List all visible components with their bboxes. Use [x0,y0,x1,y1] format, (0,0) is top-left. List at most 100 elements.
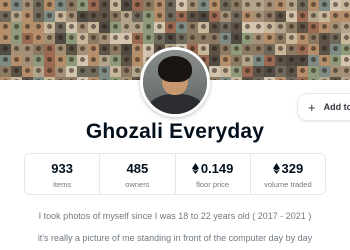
banner-photo-tile [319,22,330,33]
banner-photo-tile [253,11,264,22]
banner-photo-tile [33,11,44,22]
banner-photo-tile [308,0,319,11]
banner-photo-tile [88,11,99,22]
banner-photo-tile [231,55,242,66]
banner-photo-tile [22,77,33,80]
banner-photo-tile [341,33,350,44]
banner-photo-tile [297,66,308,77]
banner-photo-tile [132,0,143,11]
banner-photo-tile [33,22,44,33]
collection-avatar[interactable] [140,47,210,117]
banner-photo-tile [88,66,99,77]
banner-photo-tile [330,77,341,80]
banner-photo-tile [297,44,308,55]
banner-photo-tile [44,44,55,55]
banner-photo-tile [88,55,99,66]
banner-photo-tile [165,33,176,44]
banner-photo-tile [176,22,187,33]
banner-photo-tile [264,11,275,22]
banner-photo-tile [88,0,99,11]
banner-photo-tile [286,33,297,44]
banner-photo-tile [143,11,154,22]
banner-photo-tile [242,44,253,55]
banner-photo-tile [319,33,330,44]
banner-photo-tile [319,77,330,80]
banner-photo-tile [242,55,253,66]
banner-photo-tile [11,77,22,80]
banner-photo-tile [55,0,66,11]
banner-photo-tile [66,22,77,33]
banner-photo-tile [11,55,22,66]
banner-photo-tile [55,11,66,22]
banner-photo-tile [22,55,33,66]
banner-photo-tile [253,33,264,44]
banner-photo-tile [66,66,77,77]
banner-photo-tile [44,55,55,66]
banner-photo-tile [0,55,11,66]
banner-photo-tile [44,66,55,77]
banner-photo-tile [99,0,110,11]
banner-photo-tile [55,77,66,80]
stat-items[interactable]: 933 items [25,154,101,194]
banner-photo-tile [121,11,132,22]
banner-photo-tile [55,44,66,55]
banner-photo-tile [143,22,154,33]
banner-photo-tile [132,55,143,66]
banner-photo-tile [121,33,132,44]
banner-photo-tile [231,66,242,77]
banner-photo-tile [132,33,143,44]
banner-photo-tile [0,77,11,80]
stat-floor-price[interactable]: 0.149 floor price [176,154,251,194]
banner-photo-tile [286,55,297,66]
banner-photo-tile [77,0,88,11]
banner-photo-tile [330,55,341,66]
banner-photo-tile [198,0,209,11]
banner-photo-tile [231,0,242,11]
banner-photo-tile [66,55,77,66]
banner-photo-tile [286,44,297,55]
banner-photo-tile [264,22,275,33]
banner-photo-tile [341,22,350,33]
banner-photo-tile [264,77,275,80]
banner-photo-tile [66,33,77,44]
banner-photo-tile [77,33,88,44]
banner-photo-tile [99,77,110,80]
banner-photo-tile [0,22,11,33]
collection-description-line-2: it's really a picture of me standing in … [37,233,313,243]
banner-photo-tile [198,11,209,22]
banner-photo-tile [220,66,231,77]
banner-photo-tile [22,33,33,44]
banner-photo-tile [66,44,77,55]
banner-photo-tile [264,66,275,77]
banner-photo-tile [66,77,77,80]
banner-photo-tile [165,11,176,22]
banner-photo-tile [99,22,110,33]
banner-photo-tile [198,33,209,44]
banner-photo-tile [187,33,198,44]
banner-photo-tile [11,11,22,22]
banner-photo-tile [209,55,220,66]
banner-photo-tile [209,11,220,22]
banner-photo-tile [275,0,286,11]
banner-photo-tile [209,77,220,80]
banner-photo-tile [319,55,330,66]
banner-photo-tile [176,0,187,11]
banner-photo-tile [132,44,143,55]
banner-photo-tile [33,33,44,44]
banner-photo-tile [110,55,121,66]
stat-owners[interactable]: 485 owners [100,154,176,194]
banner-photo-tile [264,55,275,66]
add-to-watchlist-button[interactable]: + Add to [297,93,350,121]
stat-volume-traded[interactable]: 329 volume traded [251,154,325,194]
banner-photo-tile [275,11,286,22]
stat-volume-traded-value: 329 [281,161,304,176]
banner-photo-tile [143,33,154,44]
banner-photo-tile [11,44,22,55]
banner-photo-tile [55,55,66,66]
banner-photo-tile [0,33,11,44]
banner-photo-tile [220,11,231,22]
banner-photo-tile [187,11,198,22]
banner-photo-tile [231,77,242,80]
banner-photo-tile [11,22,22,33]
banner-photo-tile [275,44,286,55]
